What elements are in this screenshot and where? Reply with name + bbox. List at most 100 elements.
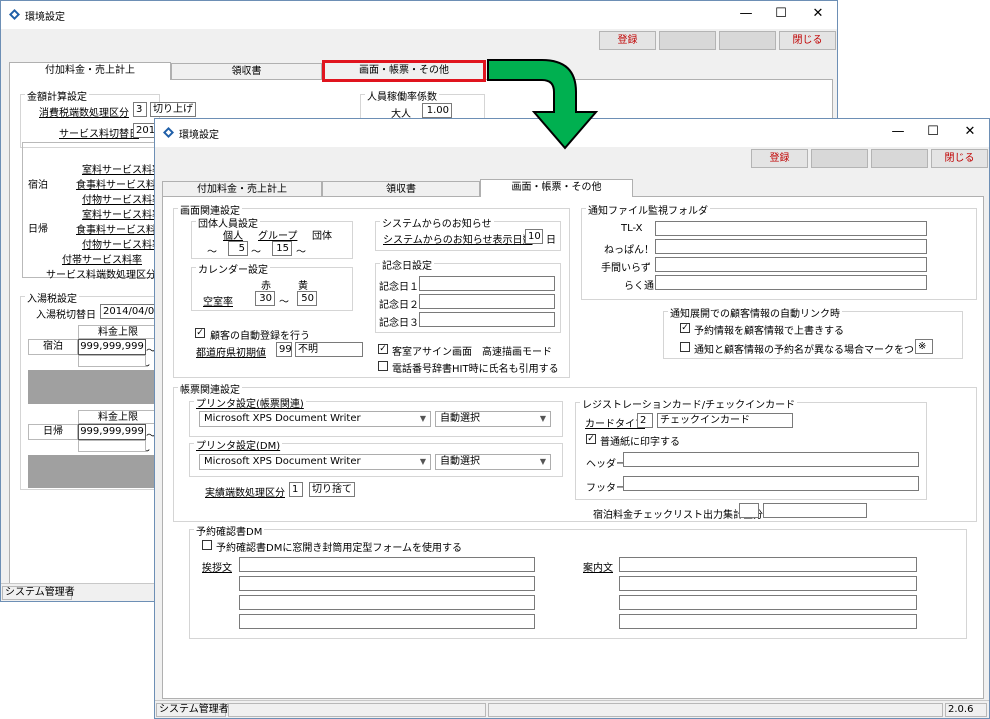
day-limit-row <box>78 440 146 452</box>
printer-mode: 自動選択 <box>440 413 480 424</box>
card-type-code[interactable]: 2 <box>637 413 653 428</box>
extra-service-label: 付帯サービス料率 <box>62 255 142 266</box>
memorial-label: 記念日１ <box>379 282 419 293</box>
limit-header: 料金上限 <box>78 325 158 339</box>
mark-checkbox[interactable] <box>680 342 690 352</box>
tab-surcharge[interactable]: 付加料金・売上計上 <box>9 62 171 80</box>
close-button[interactable]: 閉じる <box>931 149 988 168</box>
window-title: 環境設定 <box>179 130 219 141</box>
group-label: 人員稼働率係数 <box>365 88 439 103</box>
tax-round-label: 消費税端数処理区分 <box>39 108 129 119</box>
empty-button[interactable] <box>659 31 716 50</box>
actual-round-code[interactable]: 1 <box>289 482 303 497</box>
window-title: 環境設定 <box>25 12 65 23</box>
guide-input[interactable] <box>619 557 917 572</box>
plain-paper-checkbox[interactable]: ✓ <box>586 434 596 444</box>
footer-input[interactable] <box>623 476 919 491</box>
bath-switch-date[interactable]: 2014/04/01 <box>100 304 160 319</box>
close-icon[interactable]: ✕ <box>955 122 985 142</box>
team-label: 団体 <box>312 231 332 242</box>
empty-button[interactable] <box>719 31 776 50</box>
tab-screen-report-other[interactable]: 画面・帳票・その他 <box>480 179 633 197</box>
window-envelope-checkbox[interactable] <box>202 540 212 550</box>
app-icon <box>9 9 20 20</box>
greeting-input[interactable] <box>239 576 535 591</box>
actual-round-label: 実績端数処理区分 <box>205 488 285 499</box>
memorial-input[interactable] <box>419 294 555 309</box>
yellow-label: 黄 <box>298 281 308 292</box>
chevron-down-icon: ▼ <box>419 414 426 423</box>
watch-folder-input[interactable] <box>655 257 927 272</box>
printer-dm-select[interactable]: Microsoft XPS Document Writer ▼ <box>199 454 431 470</box>
memorial-input[interactable] <box>419 312 555 327</box>
mark-label: 通知と顧客情報の予約名が異なる場合マークをつける <box>694 345 934 356</box>
minimize-icon[interactable]: — <box>731 4 761 24</box>
tab-screen-report-other[interactable]: 画面・帳票・その他 <box>322 60 486 82</box>
tilde: 〜 <box>279 297 289 308</box>
empty-row <box>28 455 158 488</box>
tab-receipt[interactable]: 領収書 <box>171 63 322 80</box>
printer-mode-select[interactable]: 自動選択 ▼ <box>435 411 551 427</box>
printer-select[interactable]: Microsoft XPS Document Writer ▼ <box>199 411 431 427</box>
checklist-label: 宿泊料金チェックリスト出力集計区分 <box>593 510 763 521</box>
front-window: 環境設定 — ☐ ✕ 登録 閉じる 付加料金・売上計上 領収書 画面・帳票・その… <box>154 118 990 719</box>
watch-folder-input[interactable] <box>655 239 927 254</box>
front-tab-panel: 画面関連設定 団体人員設定 個人 グループ 団体 〜 5 〜 15 〜 カレンダ… <box>162 196 984 699</box>
mark-input[interactable]: ※ <box>915 339 933 354</box>
memorial-input[interactable] <box>419 276 555 291</box>
yellow-threshold-input[interactable]: 50 <box>297 291 317 306</box>
adult-rate-input[interactable]: 1.00 <box>422 103 452 118</box>
maximize-icon[interactable]: ☐ <box>918 122 948 142</box>
guide-input[interactable] <box>619 576 917 591</box>
pref-code-input[interactable]: 99 <box>276 342 292 357</box>
party-min-input[interactable]: 5 <box>228 241 248 256</box>
printer-dm-mode-select[interactable]: 自動選択 ▼ <box>435 454 551 470</box>
close-button[interactable]: 閉じる <box>779 31 836 50</box>
phone-lookup-checkbox[interactable] <box>378 361 388 371</box>
auto-register-checkbox[interactable]: ✓ <box>195 328 205 338</box>
red-threshold-input[interactable]: 30 <box>255 291 275 306</box>
service-rate-row: 付物サービス料率 <box>82 195 162 206</box>
overwrite-label: 予約情報を顧客情報で上書きする <box>694 326 844 337</box>
watch-folder-input[interactable] <box>655 221 927 236</box>
app-icon <box>163 127 174 138</box>
plain-paper-label: 普通紙に印字する <box>600 437 680 448</box>
pref-label: 都道府県初期値 <box>196 348 266 359</box>
header-input[interactable] <box>623 452 919 467</box>
watch-folder-input[interactable] <box>655 275 927 290</box>
vacancy-label: 空室率 <box>203 297 233 308</box>
stay-label: 宿泊 <box>28 339 78 355</box>
close-icon[interactable]: ✕ <box>803 4 833 24</box>
register-button[interactable]: 登録 <box>751 149 808 168</box>
group-size-label: グループ <box>258 231 298 242</box>
tax-round-code[interactable]: 3 <box>133 102 147 117</box>
greeting-input[interactable] <box>239 595 535 610</box>
empty-button[interactable] <box>871 149 928 168</box>
day-label: 日帰 <box>28 424 78 440</box>
guide-input[interactable] <box>619 614 917 629</box>
back-titlebar: 環境設定 — ☐ ✕ <box>1 1 837 29</box>
register-button[interactable]: 登録 <box>599 31 656 50</box>
fast-draw-checkbox[interactable]: ✓ <box>378 344 388 354</box>
maximize-icon[interactable]: ☐ <box>766 4 796 24</box>
memorial-label: 記念日３ <box>379 318 419 329</box>
greeting-input[interactable] <box>239 557 535 572</box>
checklist-code[interactable] <box>739 503 759 518</box>
day-limit-input[interactable]: 999,999,999 <box>78 424 146 440</box>
overwrite-checkbox[interactable]: ✓ <box>680 323 690 333</box>
back-toolbar: 登録 閉じる <box>1 29 837 53</box>
empty-button[interactable] <box>811 149 868 168</box>
notice-days-input[interactable]: 10 <box>525 229 543 244</box>
guide-input[interactable] <box>619 595 917 610</box>
minimize-icon[interactable]: — <box>883 122 913 142</box>
stay-limit-input[interactable]: 999,999,999 <box>78 339 146 355</box>
bath-switch-label: 入湯税切替日 <box>36 310 96 321</box>
status-user: システム管理者 <box>2 586 75 600</box>
party-max-input[interactable]: 15 <box>272 241 292 256</box>
greeting-input[interactable] <box>239 614 535 629</box>
watch-label-rakutsu: らく通 <box>624 281 654 292</box>
empty-row <box>28 370 158 404</box>
printer-dm-device: Microsoft XPS Document Writer <box>204 456 361 467</box>
card-type-value: チェックインカード <box>657 413 793 428</box>
tilde: 〜 <box>251 247 261 258</box>
